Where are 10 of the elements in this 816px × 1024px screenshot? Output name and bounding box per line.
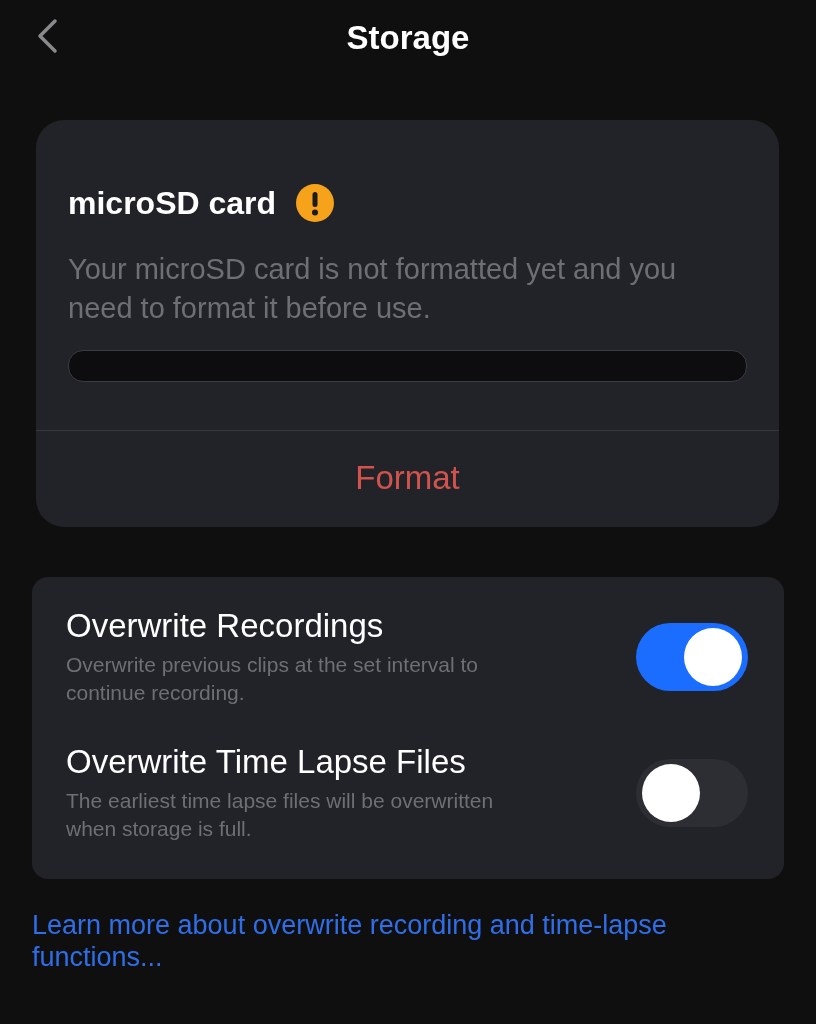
setting-description: The earliest time lapse files will be overwritten when storage is full.: [66, 788, 495, 842]
setting-label: Overwrite Recordings: [66, 607, 385, 645]
back-icon[interactable]: [36, 18, 58, 54]
card-message: Your microSD card is not formatted yet and you need to format it before use.: [68, 252, 678, 326]
page-title: Storage: [346, 19, 470, 57]
setting-label: Overwrite Time Lapse Files: [66, 743, 467, 781]
card-title: microSD card: [68, 184, 277, 222]
setting-description: Overwrite previous clips at the set interval to continue recording.: [66, 652, 479, 706]
learn-more-link[interactable]: Learn more about overwrite recording and time-lapse functions...: [32, 909, 784, 973]
format-button[interactable]: Format: [36, 431, 779, 527]
